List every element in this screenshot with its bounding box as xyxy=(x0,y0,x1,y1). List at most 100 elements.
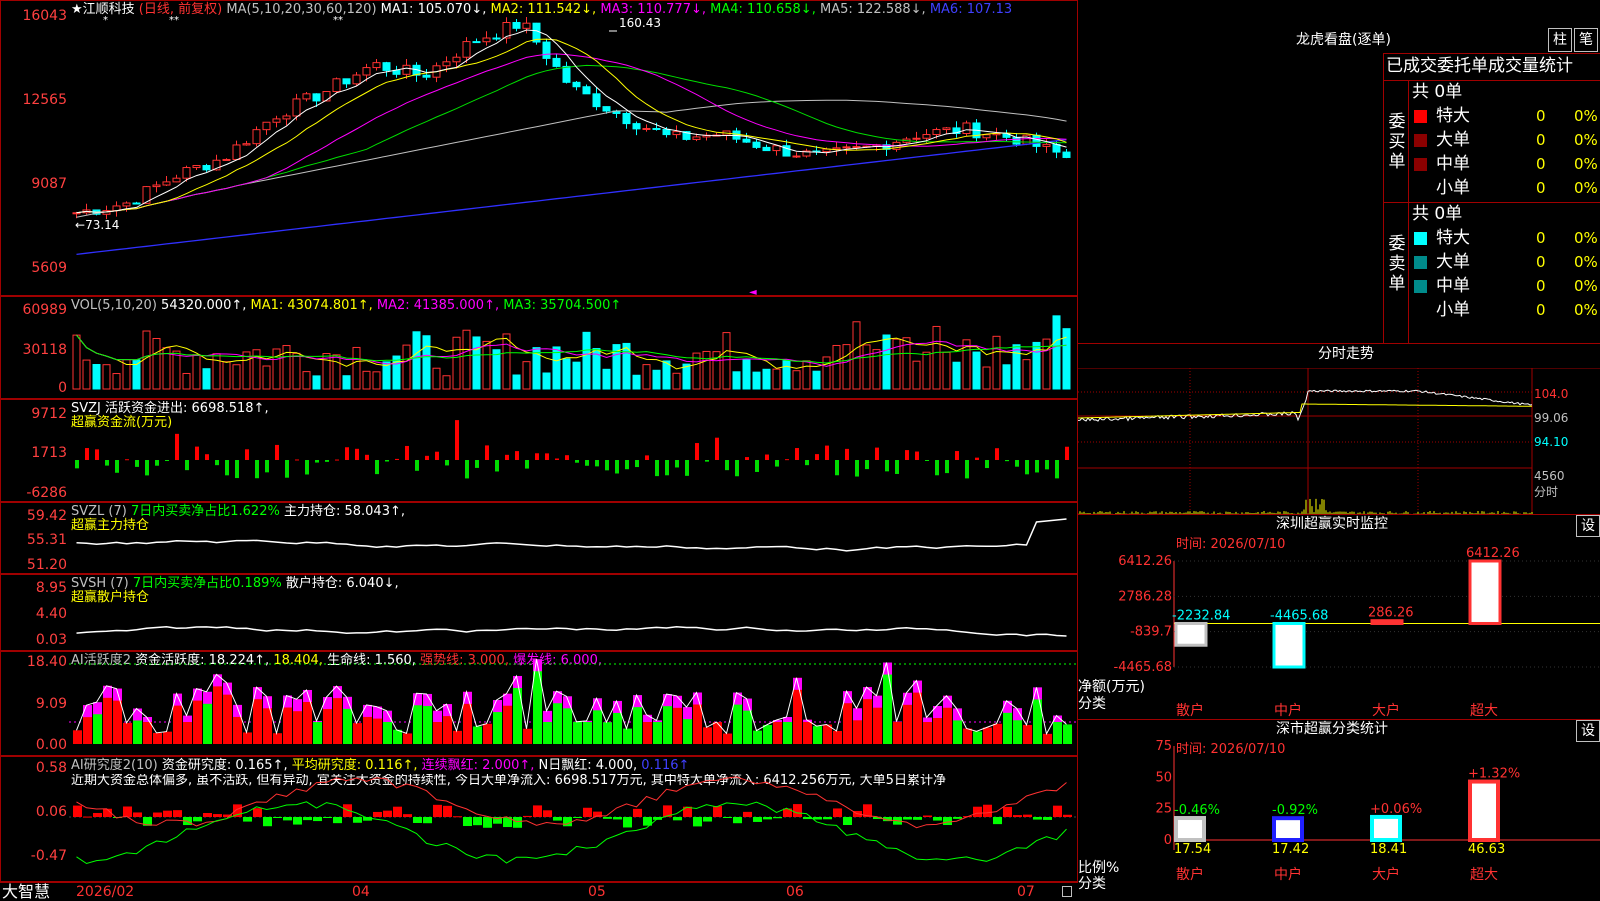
research-bar xyxy=(283,817,292,820)
research-bar xyxy=(303,817,312,820)
research-bar xyxy=(933,817,942,821)
volume-bar xyxy=(823,357,830,389)
ai1-axis-1: 9.09 xyxy=(1,697,67,711)
fund-flow-bar xyxy=(495,460,499,471)
bar-mode-button[interactable]: 柱 xyxy=(1548,28,1572,52)
fund-flow-bar xyxy=(975,458,979,460)
buy-row-pct: 0% xyxy=(1574,154,1598,174)
research-bar xyxy=(983,805,992,817)
candle xyxy=(943,128,950,130)
buy-color-swatch xyxy=(1414,110,1427,123)
volume-bar xyxy=(733,372,740,389)
stats-category: 中户 xyxy=(1274,866,1302,883)
candle xyxy=(653,128,660,129)
candle xyxy=(393,70,400,74)
activity-bar xyxy=(803,720,812,744)
monitor-category: 中户 xyxy=(1274,702,1302,719)
lock-icon[interactable] xyxy=(1062,886,1072,897)
activity-bar-cap xyxy=(873,696,882,708)
stats-pct-label: +0.06% xyxy=(1370,802,1422,817)
activity-bar xyxy=(73,730,82,744)
intraday-panel[interactable]: 分时走势 104.0 99.06 94.10 4560 分时 xyxy=(1078,343,1600,515)
activity-bar-cap xyxy=(543,711,552,722)
ai2-axis-0: 0.58 xyxy=(1,761,67,775)
volume-bar xyxy=(813,371,820,389)
fund-flow-bar xyxy=(1035,460,1039,472)
volume-bar xyxy=(73,335,80,389)
dragon-tiger-panel: 龙虎看盘(逐单) 柱 笔 已成交委托单成交量统计 委买单 委卖单 共 0单共 0… xyxy=(1078,0,1600,343)
ai-activity-panel[interactable]: AI活跃度2 资金活跃度: 18.224↑, 18.404, 生命线: 1.56… xyxy=(0,651,1078,756)
fund-flow-bar xyxy=(865,460,869,469)
activity-bar xyxy=(1043,734,1052,744)
svsh-panel[interactable]: SVSH (7) 7日内买卖净占比0.189% 散户持仓: 6.040↓, 超赢… xyxy=(0,574,1078,651)
fund-flow-bar xyxy=(475,460,479,468)
volume-bar xyxy=(673,373,680,389)
volume-bar xyxy=(473,337,480,389)
price-panel[interactable]: ★江顺科技 (日线, 前复权) MA(5,10,20,30,60,120) MA… xyxy=(0,0,1078,296)
fund-flow-bar xyxy=(885,460,889,471)
ai-research-panel[interactable]: AI研究度2(10) 资金研究度: 0.165↑, 平均研究度: 0.116↑,… xyxy=(0,756,1078,882)
volume-bar xyxy=(403,345,410,389)
intraday-axis-4: 分时 xyxy=(1534,485,1558,499)
stats-tab[interactable]: 已成交委托单成交量统计 xyxy=(1386,56,1573,76)
candle xyxy=(593,94,600,107)
svzj-panel[interactable]: SVZJ 活跃资金进出: 6698.518↑, 超赢资金流(万元) 9712 1… xyxy=(0,399,1078,502)
buy-row-label: 小单 xyxy=(1436,178,1470,198)
activity-bar xyxy=(273,733,282,744)
activity-bar-cap xyxy=(313,721,322,722)
class-stats-panel[interactable]: 深市超赢分类统计 设 时间: 2026/07/10 比例% 分类 7550250… xyxy=(1078,720,1600,900)
volume-bar xyxy=(983,367,990,389)
svzl-panel[interactable]: SVZL (7) 7日内买卖净占比1.622% 主力持仓: 58.043↑, 超… xyxy=(0,502,1078,574)
stats-value-label: 17.54 xyxy=(1174,842,1211,857)
volume-bar xyxy=(243,352,250,389)
monitor-axis-label: 6412.26 xyxy=(1118,554,1172,569)
realtime-monitor-panel[interactable]: 深圳超赢实时监控 设 时间: 2026/07/10 净额(万元) 分类 6412… xyxy=(1078,515,1600,720)
volume-bar xyxy=(653,370,660,389)
fund-flow-bar xyxy=(535,453,539,460)
activity-bar xyxy=(353,723,362,744)
tick-mode-button[interactable]: 笔 xyxy=(1574,28,1598,52)
activity-bar-cap xyxy=(293,699,302,711)
monitor-bar-label: -4465.68 xyxy=(1270,608,1328,623)
fund-flow-bar xyxy=(375,460,379,474)
candle xyxy=(643,128,650,129)
candlestick-chart[interactable]: 160.43 ←73.14 ◄ * ** ** xyxy=(69,1,1079,297)
buy-row-label: 大单 xyxy=(1436,130,1470,150)
fund-flow-bar xyxy=(185,460,189,470)
fund-flow-bar xyxy=(765,455,769,460)
ai1-axis-0: 18.40 xyxy=(1,655,67,669)
volume-bar xyxy=(83,360,90,389)
activity-bar xyxy=(583,721,592,744)
fund-flow-bar xyxy=(435,452,439,460)
svzj-chart xyxy=(69,400,1079,503)
research-bar xyxy=(833,808,842,817)
volume-bar xyxy=(793,371,800,389)
svzl-axis-0: 59.42 xyxy=(1,509,67,523)
research-bar xyxy=(453,816,462,817)
research-bar xyxy=(703,817,712,822)
order-stats-box: 已成交委托单成交量统计 委买单 委卖单 共 0单共 0单特大00%特大00%大单… xyxy=(1383,53,1600,344)
activity-bar xyxy=(243,732,252,744)
fund-flow-bar xyxy=(925,460,929,461)
volume-panel[interactable]: VOL(5,10,20) 54320.000↑, MA1: 43074.801↑… xyxy=(0,296,1078,399)
fund-flow-bar xyxy=(745,457,749,460)
research-bar xyxy=(163,811,172,817)
activity-bar xyxy=(1023,725,1032,744)
volume-bar xyxy=(313,376,320,389)
sell-row-value: 0 xyxy=(1536,300,1546,320)
volume-bar xyxy=(223,362,230,389)
volume-bar xyxy=(153,338,160,389)
volume-bar xyxy=(833,345,840,389)
candle xyxy=(253,130,260,144)
buy-orders-label: 委买单 xyxy=(1388,112,1406,172)
sell-row-value: 0 xyxy=(1536,276,1546,296)
activity-bar-cap xyxy=(263,696,272,708)
sell-row-value: 0 xyxy=(1536,228,1546,248)
volume-bar xyxy=(233,365,240,389)
candle xyxy=(523,23,530,28)
volume-bar xyxy=(303,372,310,389)
candle xyxy=(513,23,520,29)
intraday-axis-2: 94.10 xyxy=(1534,435,1568,449)
fund-flow-bar xyxy=(515,451,519,460)
fund-flow-bar xyxy=(815,454,819,460)
